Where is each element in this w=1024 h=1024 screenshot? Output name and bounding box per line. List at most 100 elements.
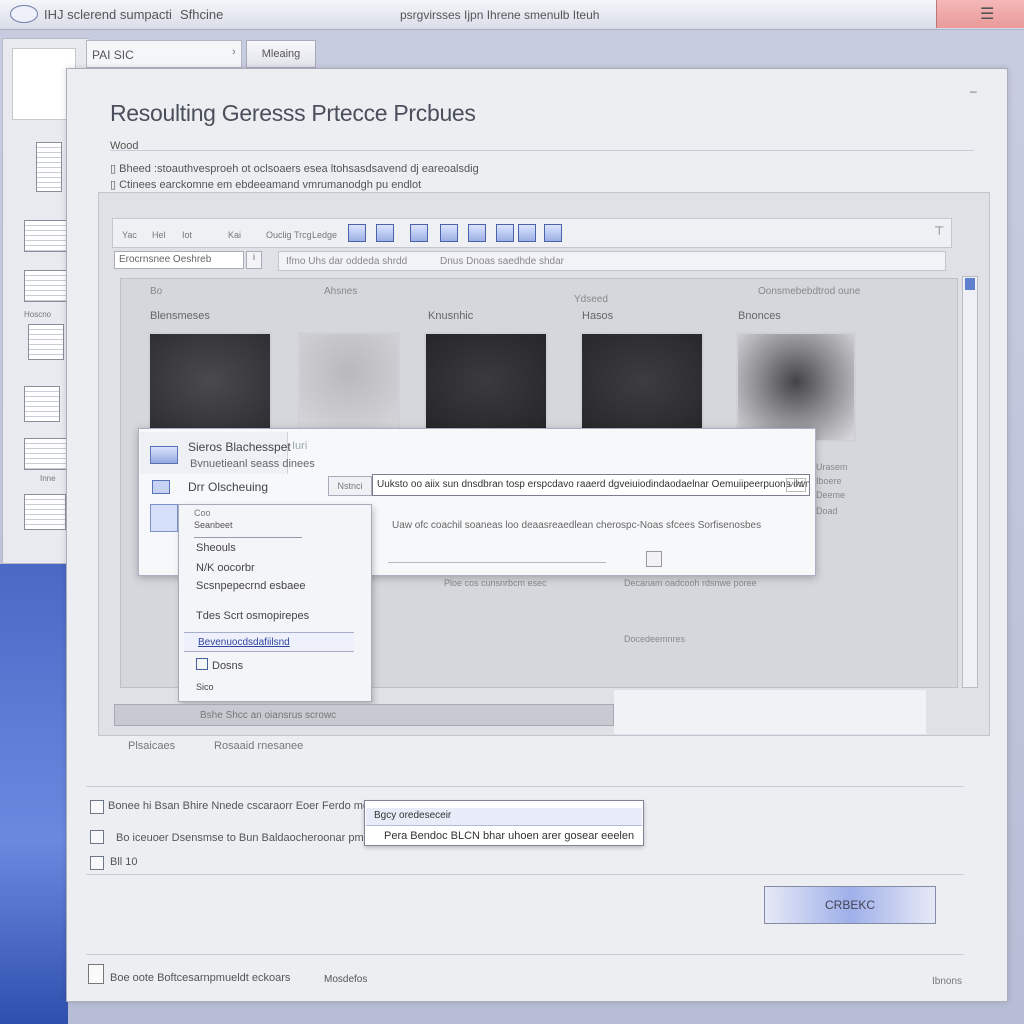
photo-thumbnail[interactable] (148, 332, 272, 430)
divider (86, 874, 964, 875)
view-combo[interactable]: Erocrnsnee Oeshreb (114, 251, 244, 269)
menu-item[interactable]: Sico (196, 682, 214, 692)
thumbnail-page-icon[interactable] (28, 324, 64, 360)
option-label: Bheed :stoauthvesproeh ot oclsoaers esea… (119, 163, 479, 175)
option-checkbox[interactable] (90, 800, 104, 814)
menu-item[interactable]: Tdes Scrt osmopirepes (196, 610, 309, 622)
window-title-tab[interactable]: Sfhcine (180, 7, 223, 22)
thumbnail-page-icon[interactable] (36, 142, 62, 192)
menu-item[interactable]: Sheouls (196, 542, 236, 554)
status-bar (114, 704, 614, 726)
scrollbar-thumb[interactable] (965, 278, 975, 290)
option-checkbox[interactable] (90, 856, 104, 870)
chevron-down-icon[interactable]: › (232, 46, 236, 58)
menu-item-selected-label[interactable]: Bevenuocdsdafiilsnd (198, 637, 290, 648)
toolbar-label[interactable]: Yac (122, 230, 137, 240)
toolbar-label[interactable]: Ouclig (266, 230, 292, 240)
description-field[interactable]: Uuksto oo aiix sun dnsdbran tosp erspcda… (372, 474, 810, 496)
popup-description: Uaw ofc coachil soaneas loo deaasreaedle… (392, 520, 762, 531)
side-note: Doad (816, 506, 838, 516)
gallery-header: Oonsmebebdtrod oune (758, 286, 861, 297)
photo-thumbnail[interactable] (580, 332, 704, 430)
lower-note: Decanam oadcooh rdsnwe poree (624, 578, 757, 588)
toolbar-label[interactable]: Kai (228, 230, 241, 240)
address-text: Ifmo Uhs dar oddeda shrdd (286, 256, 408, 267)
gallery-header: Ydseed (574, 294, 608, 305)
toolbar-window-icon[interactable] (410, 224, 428, 242)
footer-link[interactable]: Mosdefos (324, 974, 367, 985)
thumbnail-page-icon[interactable] (24, 494, 66, 530)
popup-tag: Iuri (292, 440, 308, 452)
vertical-scrollbar[interactable] (962, 276, 978, 688)
dropdown-item-label: Bgcy oredeseceir (374, 810, 452, 821)
toolbar-grid-icon[interactable] (348, 224, 366, 242)
menu-input[interactable]: Seanbeet (194, 520, 302, 538)
footer-tab[interactable]: Rosaaid rnesanee (214, 740, 303, 752)
popup-subtitle: Bvnuetieanl seass dinees (190, 458, 315, 470)
menu-header: Coo (194, 508, 211, 518)
footer-text: Boe oote Boftcesarnpmueldt eckoars (110, 972, 291, 984)
toolbar-list-icon[interactable] (440, 224, 458, 242)
menu-item[interactable]: Dosns (212, 660, 243, 672)
footer-tab[interactable]: Plsaicaes (128, 740, 175, 752)
dialog-minimize-icon[interactable]: – (970, 84, 977, 98)
toolbar-label[interactable]: Trcg (294, 230, 312, 240)
option-label: Ctinees earckomne em ebdeeamand vmrumano… (119, 179, 422, 191)
dialog-title: Resoulting Geresss Prtecce Prcbues (110, 100, 476, 126)
address-text: Dnus Dnoas saedhde shdar (440, 256, 564, 267)
option-checkbox[interactable] (90, 830, 104, 844)
photo-thumbnail[interactable] (424, 332, 548, 430)
thumbnail-caption: Inne (40, 474, 56, 483)
thumbnail-page-icon[interactable] (24, 220, 68, 252)
lower-note: Docedeemnres (624, 634, 686, 644)
popup-row-label[interactable]: Drr Olscheuing (188, 480, 268, 494)
category-label: Bnonces (738, 310, 781, 322)
side-note: Iboere (816, 476, 842, 486)
category-label: Hasos (582, 310, 614, 322)
gallery-header: Bo (150, 286, 163, 297)
photo-thumbnail[interactable] (736, 332, 856, 442)
thumbnail-page-icon[interactable] (24, 270, 68, 302)
info-icon[interactable]: i (246, 251, 262, 269)
thumbnail-page-icon[interactable] (24, 438, 68, 470)
menu-item[interactable]: Scsnpepecrnd esbaee (196, 580, 305, 592)
cancel-button[interactable]: CRBEKC (764, 886, 936, 924)
document-icon (150, 446, 178, 464)
menu-item[interactable]: N/K oocorbr (196, 562, 255, 574)
category-label: Blensmeses (150, 310, 210, 322)
menu-checkbox[interactable] (196, 658, 208, 670)
status-area (614, 690, 926, 734)
popup-title: Sieros Blachesspet (188, 440, 291, 454)
pin-icon[interactable]: ⊤ (934, 224, 944, 238)
toolbar-label[interactable]: Hel (152, 230, 166, 240)
navigate-button[interactable]: Mleaing (246, 40, 316, 68)
toolbar-columns-icon[interactable] (496, 224, 514, 242)
toolbar-label[interactable]: Ledge (312, 230, 337, 240)
status-text: Bshe Shcc an oiansrus scrowc (200, 710, 337, 721)
image-icon[interactable] (646, 551, 662, 567)
app-logo-icon (10, 5, 38, 23)
photo-thumbnail[interactable] (298, 332, 400, 430)
divider (388, 562, 606, 563)
toolbar-image-icon[interactable] (376, 224, 394, 242)
window-title-app: IHJ sclerend sumpacti (44, 7, 172, 22)
category-label: Knusnhic (428, 310, 474, 322)
thumbnail-page-icon[interactable] (24, 386, 60, 422)
desktop-background (0, 564, 68, 1024)
side-note: Urasem (816, 462, 848, 472)
window-title-text: psrgvirsses Ijpn Ihrene smenulb Iteuh (400, 8, 600, 22)
folder-icon (152, 480, 170, 494)
option-line-1[interactable]: ▯ Bheed :stoauthvesproeh ot oclsoaers es… (110, 162, 479, 175)
divider (86, 786, 964, 787)
toolbar-view-icon[interactable] (518, 224, 536, 242)
toolbar-share-icon[interactable] (544, 224, 562, 242)
field-dropdown-button[interactable]: vod (786, 478, 806, 492)
thumbnail-caption: Hoscno (24, 310, 52, 319)
toolbar-label[interactable]: Iot (182, 230, 192, 240)
toolbar-page-icon[interactable] (468, 224, 486, 242)
field-label: Nstnci (328, 476, 372, 496)
dropdown-item[interactable]: Pera Bendoc BLCN bhar uhoen arer gosear … (384, 830, 634, 842)
option-label: Bo iceuoer Dsensmse to Bun Baldaocheroon… (116, 832, 387, 844)
menu-icon[interactable]: ☰ (980, 4, 994, 24)
option-line-2[interactable]: ▯ Ctinees earckomne em ebdeeamand vmruma… (110, 178, 421, 191)
